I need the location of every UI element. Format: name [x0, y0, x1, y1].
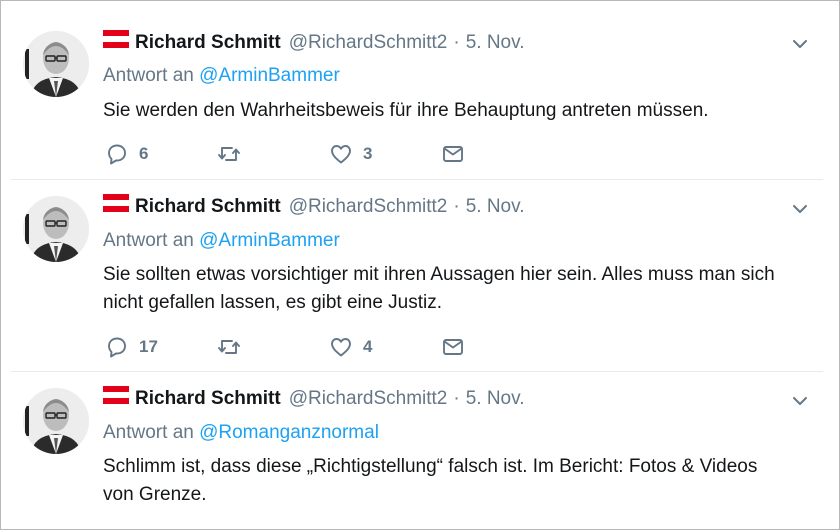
reply-mention-link[interactable]: @Romanganznormal: [199, 422, 379, 443]
retweet-button[interactable]: [217, 142, 329, 166]
author-name[interactable]: Richard Schmitt: [135, 196, 281, 218]
direct-message-button[interactable]: [441, 142, 553, 166]
author-name[interactable]: Richard Schmitt: [135, 32, 281, 54]
tweet-text: Sie sollten etwas vorsichtiger mit ihren…: [103, 264, 775, 313]
author-handle[interactable]: @RichardSchmitt2: [289, 196, 448, 218]
author-name[interactable]: Richard Schmitt: [135, 388, 281, 410]
reply-icon: [108, 337, 126, 358]
reply-mention-link[interactable]: @ArminBammer: [199, 230, 340, 251]
tweet[interactable]: Richard Schmitt @RichardSchmitt2 · 5. No…: [11, 180, 823, 371]
retweet-button[interactable]: [217, 335, 329, 359]
reply-button[interactable]: 17: [105, 335, 217, 359]
tweet[interactable]: Richard Schmitt @RichardSchmitt2 · 5. No…: [11, 372, 823, 529]
reply-prefix: Antwort an: [103, 65, 194, 86]
timeline: Richard Schmitt @RichardSchmitt2 · 5. No…: [0, 0, 840, 530]
tweet-header: Richard Schmitt @RichardSchmitt2 · 5. No…: [103, 193, 783, 221]
reply-context: Antwort an @ArminBammer: [103, 65, 793, 87]
tweet-date[interactable]: 5. Nov.: [466, 32, 525, 54]
author-handle[interactable]: @RichardSchmitt2: [289, 32, 448, 54]
chevron-down-icon[interactable]: [791, 35, 809, 53]
reply-icon: [108, 144, 126, 165]
like-count: 4: [363, 337, 373, 356]
austria-flag-icon: [103, 194, 129, 212]
separator: ·: [453, 388, 460, 409]
tweet[interactable]: Richard Schmitt @RichardSchmitt2 · 5. No…: [11, 1, 823, 179]
tweet-date[interactable]: 5. Nov.: [466, 388, 525, 410]
reply-mention-link[interactable]: @ArminBammer: [199, 65, 340, 86]
direct-message-button[interactable]: [441, 335, 553, 359]
tweet-actions: 6 3: [105, 142, 553, 166]
separator: ·: [453, 32, 460, 53]
reply-context: Antwort an @ArminBammer: [103, 230, 793, 252]
heart-icon: [331, 338, 351, 357]
author-handle[interactable]: @RichardSchmitt2: [289, 388, 448, 410]
reply-prefix: Antwort an: [103, 230, 194, 251]
retweet-icon: [218, 147, 240, 161]
avatar[interactable]: [23, 388, 89, 454]
heart-icon: [331, 145, 351, 164]
tweet-header: Richard Schmitt @RichardSchmitt2 · 5. No…: [103, 29, 783, 57]
envelope-icon: [443, 146, 463, 162]
tweet-actions: 17 4: [105, 335, 553, 359]
tweet-header: Richard Schmitt @RichardSchmitt2 · 5. No…: [103, 385, 783, 413]
reply-count: 17: [139, 337, 158, 356]
tweet-text: Sie werden den Wahrheitsbeweis für ihre …: [103, 100, 709, 121]
tweet-text: Schlimm ist, dass diese „Richtigstellung…: [103, 456, 758, 505]
like-button[interactable]: 4: [329, 335, 441, 359]
chevron-down-icon[interactable]: [791, 200, 809, 218]
austria-flag-icon: [103, 30, 129, 48]
reply-count: 6: [139, 144, 149, 163]
austria-flag-icon: [103, 386, 129, 404]
like-button[interactable]: 3: [329, 142, 441, 166]
retweet-icon: [218, 340, 240, 354]
reply-context: Antwort an @Romanganznormal: [103, 422, 793, 444]
tweet-date[interactable]: 5. Nov.: [466, 196, 525, 218]
like-count: 3: [363, 144, 373, 163]
avatar[interactable]: [23, 31, 89, 97]
reply-prefix: Antwort an: [103, 422, 194, 443]
separator: ·: [453, 196, 460, 217]
envelope-icon: [443, 339, 463, 355]
chevron-down-icon[interactable]: [791, 392, 809, 410]
avatar[interactable]: [23, 196, 89, 262]
reply-button[interactable]: 6: [105, 142, 217, 166]
